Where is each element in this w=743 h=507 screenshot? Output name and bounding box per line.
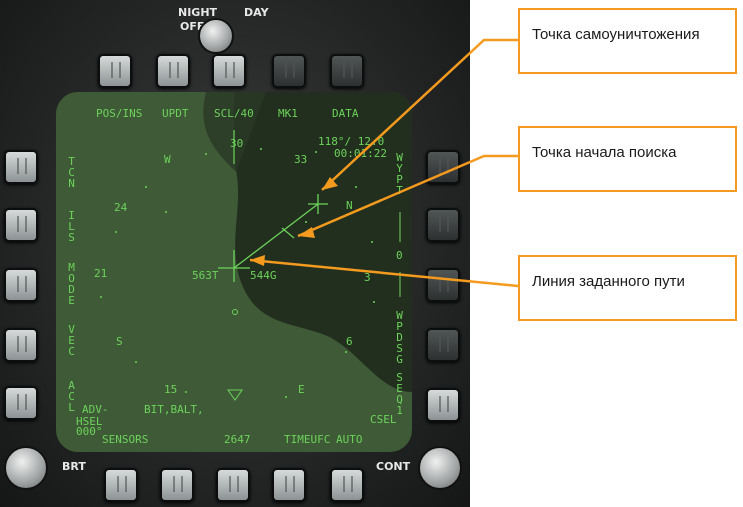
left-button-1[interactable] [4,150,38,184]
option-mk1[interactable]: MK1 [278,108,298,119]
compass-21: 21 [94,267,108,280]
night-label: NIGHT [178,6,218,19]
option-timeufc[interactable]: TIMEUFC [284,434,330,445]
compass-24: 24 [114,201,128,214]
compass-s: S [116,335,123,348]
compass-w: W [164,153,171,166]
option-wypt[interactable]: WYPT [394,152,405,196]
option-ils[interactable]: ILS [66,210,77,243]
contrast-knob[interactable] [418,446,462,490]
compass-6: 6 [346,335,353,348]
bottom-button-2[interactable] [160,468,194,502]
scroll-value: 0 [396,249,403,262]
bottom-button-5[interactable] [330,468,364,502]
callout-route-line: Линия заданного пути [518,255,737,321]
left-button-4[interactable] [4,328,38,362]
option-scl[interactable]: SCL/40 [214,108,254,119]
option-tcn[interactable]: TCN [66,156,77,189]
option-vec[interactable]: VEC [66,324,77,357]
left-button-2[interactable] [4,208,38,242]
top-button-1[interactable] [98,54,132,88]
speed-ground: 544G [250,269,277,282]
callout-search-start: Точка начала поиска [518,126,737,192]
option-acl[interactable]: ACL [66,380,77,413]
top-button-2[interactable] [156,54,190,88]
option-seq1[interactable]: SEQ1 [394,372,405,416]
option-mode[interactable]: MODE [66,262,77,306]
callout-self-destruct: Точка самоуничтожения [518,8,737,74]
option-data[interactable]: DATA [332,108,359,119]
compass-n: N [346,199,353,212]
right-button-3[interactable] [426,268,460,302]
option-updt[interactable]: UPDT [162,108,189,119]
bottom-button-4[interactable] [272,468,306,502]
compass-30: 30 [230,137,244,150]
bottom-button-3[interactable] [216,468,250,502]
right-button-4[interactable] [426,328,460,362]
right-button-2[interactable] [426,208,460,242]
top-button-4[interactable] [272,54,306,88]
option-csel[interactable]: CSEL [370,414,397,425]
mfd-screen: POS/INS UPDT SCL/40 MK1 DATA 118°/ 12.0 … [56,92,412,452]
day-label: DAY [244,6,269,19]
compass-e: E [298,383,305,396]
compass-15: 15 [164,383,178,396]
brt-label: BRT [62,460,86,473]
adv-readout: ADV- [82,403,109,416]
brightness-knob[interactable] [4,446,48,490]
left-button-5[interactable] [4,386,38,420]
option-auto[interactable]: AUTO [336,434,363,445]
time-readout: 00:01:22 [334,147,387,160]
compass-33: 33 [294,153,308,166]
bearing-range: 118°/ 12.0 [318,135,385,148]
left-button-3[interactable] [4,268,38,302]
option-sensors[interactable]: SENSORS [102,434,148,445]
cont-label: CONT [376,460,411,473]
night-day-knob[interactable] [198,18,234,54]
mfd-bezel: NIGHT DAY OFF BRT CONT POS/INS UPDT SCL/… [0,0,470,507]
hsel-value: 000° [76,425,103,438]
compass-3: 3 [364,271,371,284]
option-2647[interactable]: 2647 [224,434,251,445]
top-button-3[interactable] [212,54,246,88]
bit-readout: BIT,BALT, [144,403,204,416]
bottom-button-1[interactable] [104,468,138,502]
right-button-5[interactable] [426,388,460,422]
option-wpdsg[interactable]: WPDSG [394,310,405,365]
speed-true: 563T [192,269,219,282]
top-button-5[interactable] [330,54,364,88]
right-button-1[interactable] [426,150,460,184]
option-pos-ins[interactable]: POS/INS [96,108,142,119]
